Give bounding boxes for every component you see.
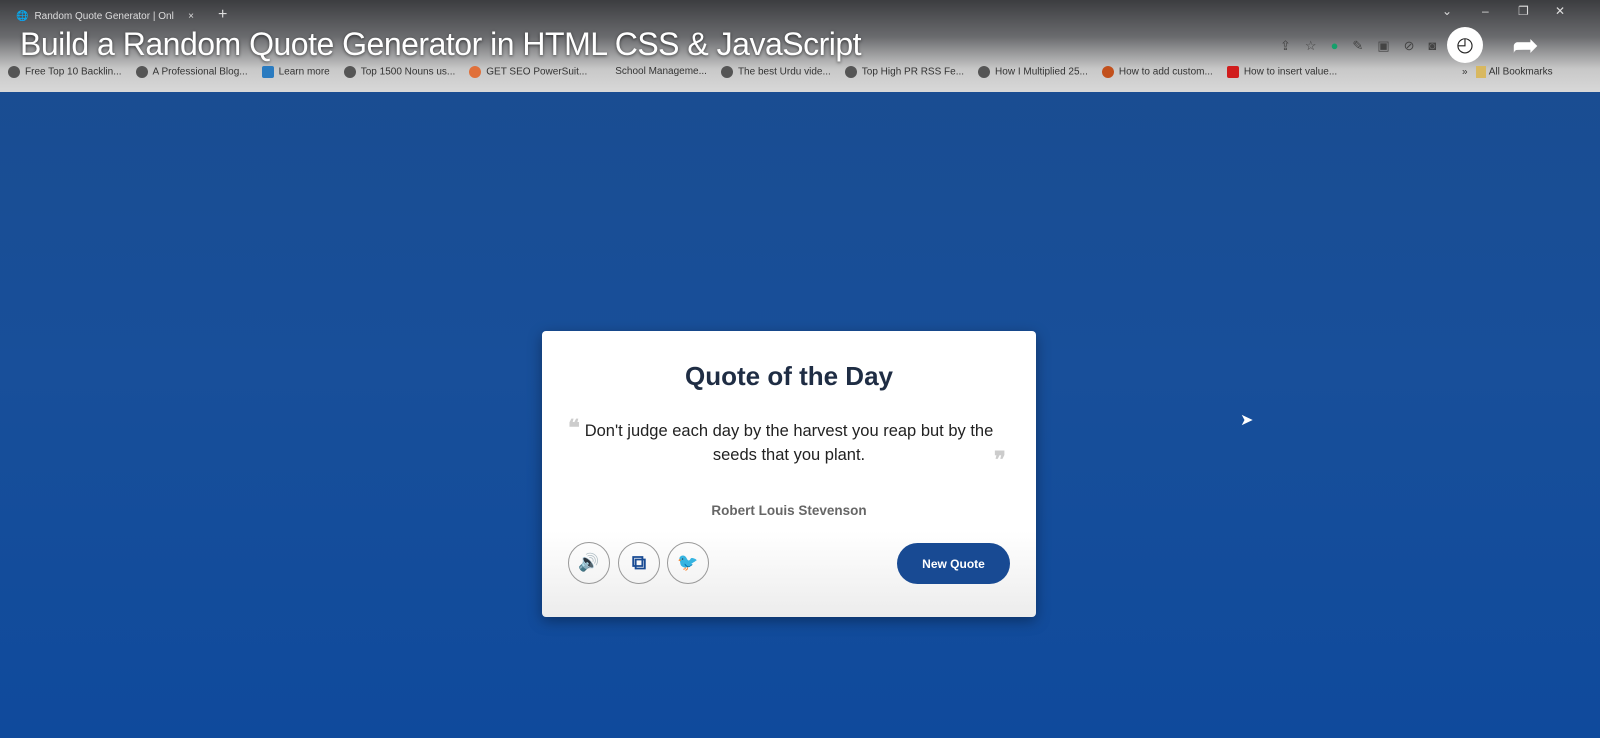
bookmark-item[interactable]: Top 1500 Nouns us... — [343, 66, 455, 78]
restore-button[interactable]: ❐ — [1518, 4, 1529, 18]
quote-author: Robert Louis Stevenson — [711, 503, 867, 518]
grammarly-icon[interactable]: ● — [1331, 38, 1339, 54]
close-window-button[interactable]: ✕ — [1555, 4, 1565, 18]
new-quote-button[interactable]: New Quote — [897, 543, 1010, 584]
video-title[interactable]: Build a Random Quote Generator in HTML C… — [20, 26, 862, 63]
quote-open-icon: ❝ — [568, 415, 580, 441]
extension-m-icon[interactable]: ▣ — [1377, 38, 1389, 54]
bookmark-item[interactable]: How I Multiplied 25... — [978, 66, 1088, 78]
minimize-button[interactable]: – — [1482, 4, 1489, 18]
bookmark-item[interactable]: School Manageme... — [615, 66, 707, 78]
bookmark-item[interactable]: How to insert value... — [1226, 66, 1337, 78]
bookmark-item[interactable]: How to add custom... — [1101, 66, 1213, 78]
share-page-icon[interactable]: ⇪ — [1280, 38, 1291, 54]
star-icon[interactable]: ☆ — [1305, 38, 1317, 54]
tab-close-icon[interactable]: × — [188, 11, 194, 22]
bookmark-item[interactable]: Learn more — [261, 66, 330, 78]
extension-toolbar: ⇪ ☆ ● ✎ ▣ ⊘ ◙ — [1280, 38, 1436, 54]
twitter-icon: 🐦 — [677, 553, 699, 572]
tab-search-icon[interactable]: ⌄ — [1442, 4, 1452, 18]
camera-icon[interactable]: ◙ — [1429, 38, 1437, 54]
quote-close-icon: ❞ — [994, 447, 1006, 473]
tweet-button[interactable]: 🐦 — [667, 542, 709, 584]
eyedropper-icon[interactable]: ✎ — [1352, 38, 1363, 54]
globe-icon: 🌐 — [16, 10, 29, 22]
bookmark-item[interactable]: Top High PR RSS Fe... — [844, 66, 964, 78]
bookmark-item[interactable]: GET SEO PowerSuit... — [469, 66, 587, 78]
extension-circle-icon[interactable]: ⊘ — [1404, 38, 1415, 54]
card-title: Quote of the Day — [684, 361, 893, 391]
copy-button[interactable]: ⧉ — [618, 542, 660, 584]
folder-icon — [1475, 66, 1486, 78]
copy-icon: ⧉ — [631, 551, 647, 574]
bookmarks-overflow[interactable]: » All Bookmarks — [1462, 66, 1553, 78]
speak-button[interactable]: 🔊 — [568, 542, 610, 584]
quote-card: Quote of the Day ❝ Don't judge each day … — [542, 331, 1036, 617]
bookmark-item[interactable]: A Professional Blog... — [135, 66, 248, 78]
bookmarks-bar: Free Top 10 Backlin... A Professional Bl… — [8, 66, 1337, 78]
new-tab-button[interactable]: + — [218, 6, 227, 24]
clock-icon[interactable]: ◴ — [1447, 27, 1483, 63]
mouse-cursor-icon: ➤ — [1240, 412, 1254, 429]
bookmark-item[interactable]: The best Urdu vide... — [720, 66, 831, 78]
tab-title: Random Quote Generator | Onl — [34, 10, 174, 22]
bookmark-item[interactable]: Free Top 10 Backlin... — [8, 66, 122, 78]
speaker-icon: 🔊 — [578, 553, 600, 572]
browser-chrome: 🌐 Random Quote Generator | Onl × + ⌄ – ❐… — [0, 0, 1600, 92]
share-arrow-icon[interactable]: ➦ — [1512, 26, 1539, 64]
quote-text: Don't judge each day by the harvest you … — [584, 422, 994, 464]
browser-tab[interactable]: 🌐 Random Quote Generator | Onl × — [8, 4, 202, 28]
